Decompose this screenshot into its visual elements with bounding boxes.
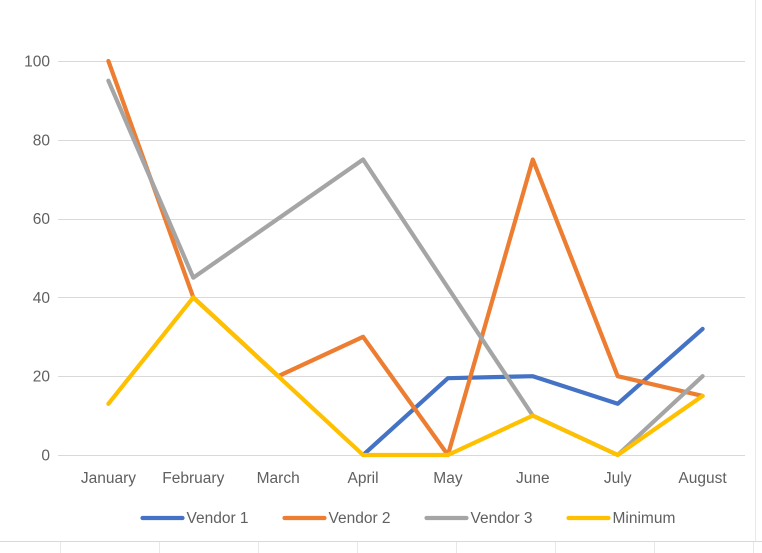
x-tick-label-january: January <box>81 470 136 487</box>
y-tick-label: 40 <box>33 290 51 307</box>
legend-label: Vendor 2 <box>329 510 391 527</box>
legend-item-vendor-3[interactable]: Vendor 3 <box>424 510 533 527</box>
series-line-vendor-2[interactable] <box>106 58 705 458</box>
x-tick-label-march: March <box>257 470 300 487</box>
legend-item-minimum[interactable]: Minimum <box>566 510 676 527</box>
y-axis-tick-labels: 0 20 40 60 80 100 <box>24 54 50 465</box>
chart-legend[interactable]: Vendor 1 Vendor 2 Vendor 3 Minimum <box>140 510 676 527</box>
x-tick-label-june: June <box>516 470 550 487</box>
legend-item-vendor-1[interactable]: Vendor 1 <box>140 510 249 527</box>
gridlines <box>58 61 745 456</box>
y-tick-label: 0 <box>41 448 50 465</box>
x-tick-label-february: February <box>162 470 224 487</box>
legend-item-vendor-2[interactable]: Vendor 2 <box>282 510 391 527</box>
x-axis-tick-labels: January February March April May June July Augu… <box>81 470 728 487</box>
y-tick-label: 60 <box>33 211 51 228</box>
x-tick-label-april: April <box>348 470 379 487</box>
legend-label: Vendor 1 <box>187 510 249 527</box>
legend-label: Minimum <box>613 510 676 527</box>
legend-label: Vendor 3 <box>471 510 533 527</box>
y-tick-label: 100 <box>24 54 50 71</box>
x-tick-label-july: July <box>604 470 632 487</box>
x-tick-label-august: August <box>678 470 727 487</box>
chart-canvas[interactable]: 0 20 40 60 80 100 January February March April Ma… <box>0 0 762 553</box>
series-lines[interactable] <box>106 58 705 458</box>
x-tick-label-may: May <box>433 470 463 487</box>
series-line-vendor-1[interactable] <box>361 326 705 458</box>
y-tick-label: 20 <box>33 369 51 386</box>
y-tick-label: 80 <box>33 132 51 149</box>
line-chart[interactable]: 0 20 40 60 80 100 January February March April Ma… <box>0 0 762 553</box>
